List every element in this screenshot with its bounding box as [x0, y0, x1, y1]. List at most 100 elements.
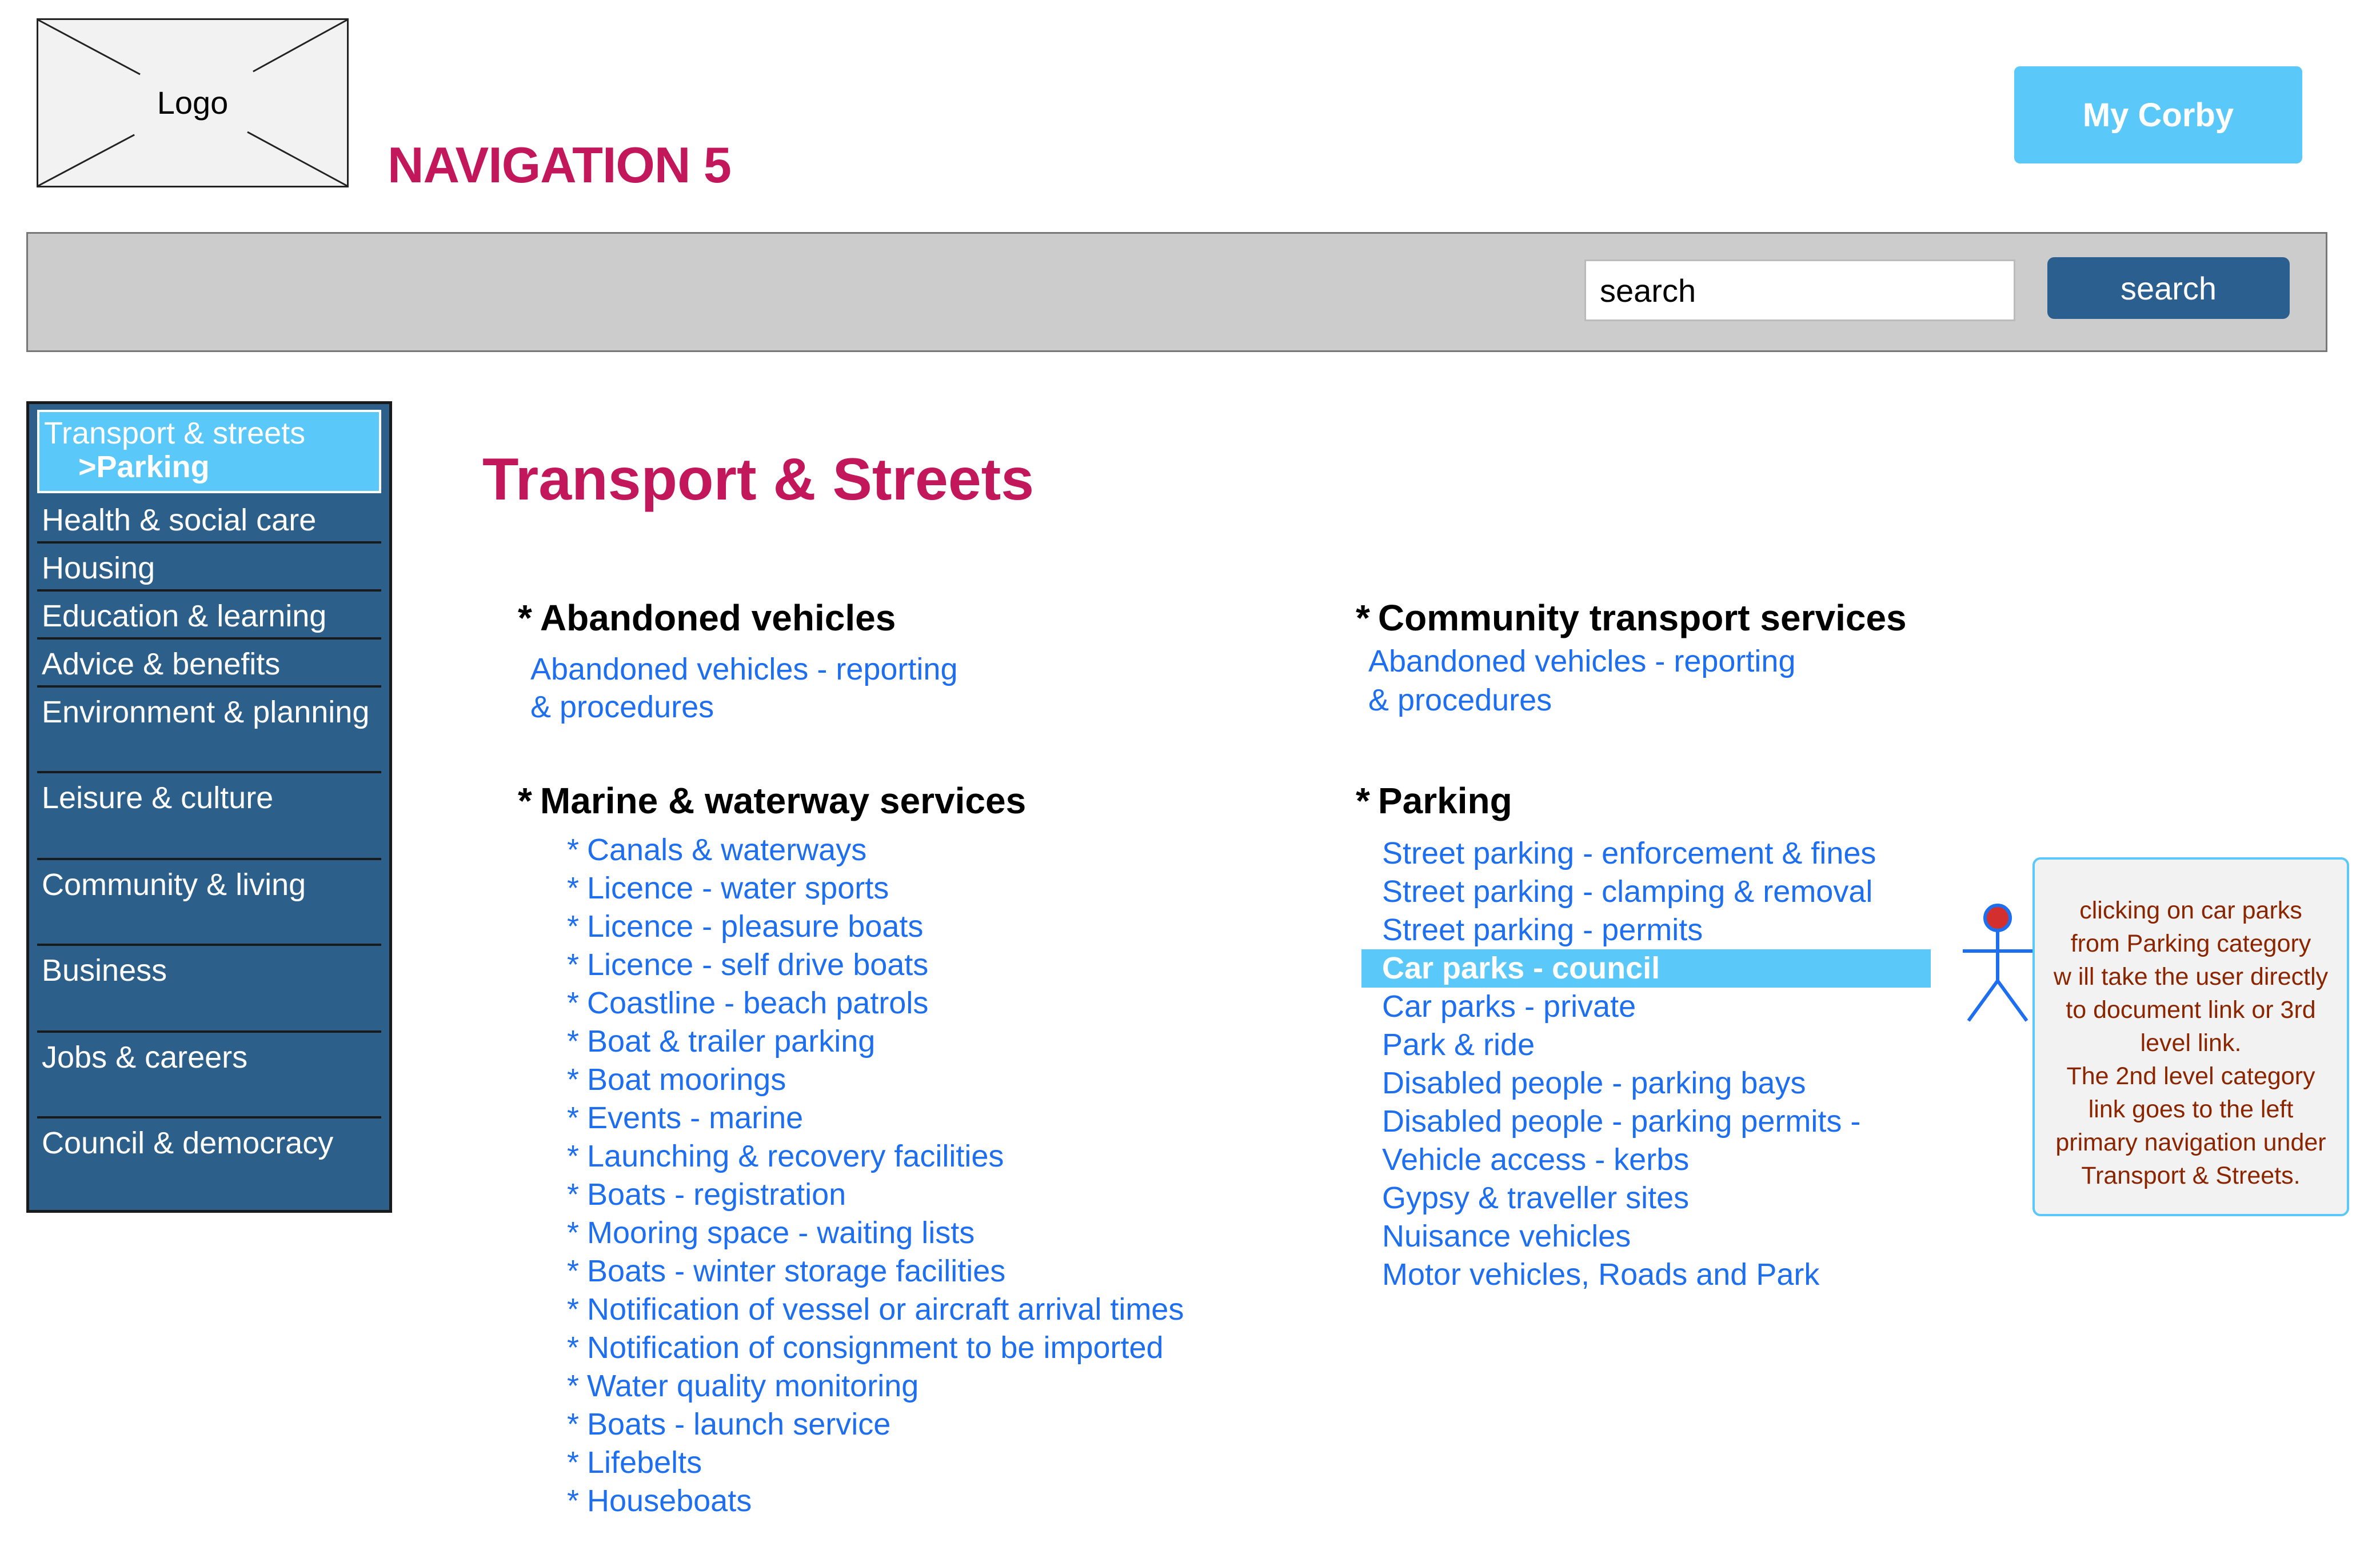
parking-link-item[interactable]: Street parking - clamping & removal [1382, 873, 1931, 911]
marine-link-label: Licence - self drive boats [587, 948, 929, 982]
annotation-line: w ill take the user directly [2053, 963, 2329, 990]
marine-link-item[interactable]: * Notification of consignment to be impor… [567, 1329, 1184, 1367]
marine-link-item[interactable]: * Houseboats [567, 1482, 1184, 1520]
parking-link-item[interactable]: Disabled people - parking bays [1382, 1064, 1931, 1102]
sidebar-item-council[interactable]: Council & democracy [37, 1118, 381, 1204]
marine-link-label: Lifebelts [587, 1445, 702, 1480]
sidebar-item-health[interactable]: Health & social care [37, 496, 381, 544]
marine-link-label: Coastline - beach patrols [587, 986, 929, 1020]
marine-link-item[interactable]: * Lifebelts [567, 1444, 1184, 1482]
marine-link-label: Mooring space - waiting lists [587, 1216, 975, 1250]
list-bullet: * [567, 1445, 580, 1480]
sidebar-item-business[interactable]: Business [37, 946, 381, 1033]
sidebar-item-jobs[interactable]: Jobs & careers [37, 1033, 381, 1118]
marine-link-item[interactable]: * Boat moorings [567, 1061, 1184, 1099]
marine-link-item[interactable]: * Boats - launch service [567, 1405, 1184, 1444]
parking-links-list: Street parking - enforcement & fines Stre… [1361, 834, 1931, 1294]
sidebar-subitem-parking[interactable]: >Parking [44, 450, 379, 484]
parking-link-item[interactable]: Park & ride [1382, 1026, 1931, 1064]
parking-link-item[interactable]: Gypsy & traveller sites [1382, 1179, 1931, 1217]
list-bullet: * [567, 948, 580, 982]
list-bullet: * [567, 1139, 580, 1173]
marine-link-item[interactable]: * Licence - pleasure boats [567, 908, 1184, 946]
annotation-line: to document link or 3rd [2066, 996, 2316, 1024]
sidebar-item-community[interactable]: Community & living [37, 860, 381, 946]
page-title: NAVIGATION 5 [388, 137, 732, 193]
marine-link-label: Canals & waterways [587, 833, 867, 867]
parking-link-item[interactable]: Nuisance vehicles [1382, 1217, 1931, 1256]
list-bullet: * [567, 1216, 580, 1250]
marine-link-item[interactable]: * Mooring space - waiting lists [567, 1214, 1184, 1252]
section-bullet: * [518, 597, 532, 638]
marine-link-item[interactable]: * Boat & trailer parking [567, 1022, 1184, 1061]
list-bullet: * [567, 871, 580, 905]
parking-link-item-highlighted[interactable]: Car parks - council [1361, 949, 1931, 988]
marine-link-label: Water quality monitoring [587, 1369, 919, 1403]
search-button[interactable]: search [2047, 257, 2290, 319]
parking-link-item[interactable]: Street parking - enforcement & fines [1382, 834, 1931, 873]
parking-link-item[interactable]: Car parks - private [1382, 988, 1931, 1026]
search-input[interactable] [1584, 259, 2015, 321]
list-bullet: * [567, 1254, 580, 1288]
marine-link-item[interactable]: * Notification of vessel or aircraft arri… [567, 1291, 1184, 1329]
list-bullet: * [567, 909, 580, 944]
marine-link-label: Boats - winter storage facilities [587, 1254, 1006, 1288]
sidebar-item-education[interactable]: Education & learning [37, 592, 381, 640]
marine-link-item[interactable]: * Boats - registration [567, 1176, 1184, 1214]
list-bullet: * [567, 1407, 580, 1441]
parking-link-item[interactable]: Motor vehicles, Roads and Park [1382, 1256, 1931, 1294]
marine-link-label: Boats - launch service [587, 1407, 891, 1441]
sidebar-item-label: Transport & streets [44, 416, 306, 450]
annotation-line: clicking on car parks [2079, 897, 2302, 924]
marine-link-item[interactable]: * Events - marine [567, 1099, 1184, 1137]
annotation-line: level link. [2140, 1029, 2242, 1057]
list-bullet: * [567, 1101, 580, 1135]
marine-link-item[interactable]: * Launching & recovery facilities [567, 1137, 1184, 1176]
section-community-transport-title: * Community transport services [1356, 597, 1907, 638]
logo-placeholder: Logo [37, 18, 349, 187]
abandoned-vehicles-link[interactable]: Abandoned vehicles - reporting & procedu… [530, 654, 957, 722]
section-abandoned-vehicles-title: * Abandoned vehicles [518, 597, 896, 638]
marine-link-label: Boat moorings [587, 1062, 786, 1097]
sidebar-item-advice[interactable]: Advice & benefits [37, 640, 381, 688]
sidebar-nav: Transport & streets >Parking Health & so… [26, 401, 392, 1213]
marine-link-label: Launching & recovery facilities [587, 1139, 1004, 1173]
community-abandoned-vehicles-link[interactable]: Abandoned vehicles - reporting & procedu… [1368, 646, 1795, 716]
marine-link-label: Boat & trailer parking [587, 1024, 876, 1058]
section-marine-title: * Marine & waterway services [518, 780, 1027, 821]
user-actor-icon [1963, 904, 2032, 1022]
marine-link-item[interactable]: * Licence - water sports [567, 869, 1184, 908]
my-corby-button[interactable]: My Corby [2014, 66, 2302, 163]
marine-link-item[interactable]: * Licence - self drive boats [567, 946, 1184, 984]
annotation-line: primary navigation under [2055, 1129, 2326, 1156]
marine-link-label: Events - marine [587, 1101, 804, 1135]
marine-links-list: * Canals & waterways * Licence - water spor… [567, 831, 1184, 1520]
list-bullet: * [567, 1331, 580, 1365]
sidebar-item-housing[interactable]: Housing [37, 544, 381, 592]
sidebar-item-environment[interactable]: Environment & planning [37, 688, 381, 773]
section-bullet: * [1356, 780, 1370, 821]
sidebar-item-leisure[interactable]: Leisure & culture [37, 773, 381, 860]
list-bullet: * [567, 1369, 580, 1403]
section-bullet: * [518, 780, 532, 821]
marine-link-item[interactable]: * Boats - winter storage facilities [567, 1252, 1184, 1291]
marine-link-label: Boats - registration [587, 1177, 846, 1212]
sidebar-item-transport-streets[interactable]: Transport & streets >Parking [37, 410, 381, 493]
list-bullet: * [567, 1484, 580, 1518]
marine-link-label: Licence - pleasure boats [587, 909, 924, 944]
annotation-line: The 2nd level category [2066, 1062, 2315, 1090]
annotation-note: clicking on car parks from Parking catego… [2032, 857, 2349, 1216]
marine-link-item[interactable]: * Canals & waterways [567, 831, 1184, 869]
parking-link-item[interactable]: Street parking - permits [1382, 911, 1931, 949]
content-title: Transport & Streets [482, 446, 1035, 513]
list-bullet: * [567, 1062, 580, 1097]
annotation-line: Transport & Streets. [2081, 1162, 2301, 1189]
marine-link-label: Notification of vessel or aircraft arriv… [587, 1292, 1184, 1327]
marine-link-item[interactable]: * Coastline - beach patrols [567, 984, 1184, 1022]
marine-link-item[interactable]: * Water quality monitoring [567, 1367, 1184, 1405]
parking-link-item[interactable]: Vehicle access - kerbs [1382, 1141, 1931, 1179]
list-bullet: * [567, 1024, 580, 1058]
marine-link-label: Houseboats [587, 1484, 752, 1518]
parking-link-item[interactable]: Disabled people - parking permits - [1382, 1102, 1931, 1141]
list-bullet: * [567, 986, 580, 1020]
